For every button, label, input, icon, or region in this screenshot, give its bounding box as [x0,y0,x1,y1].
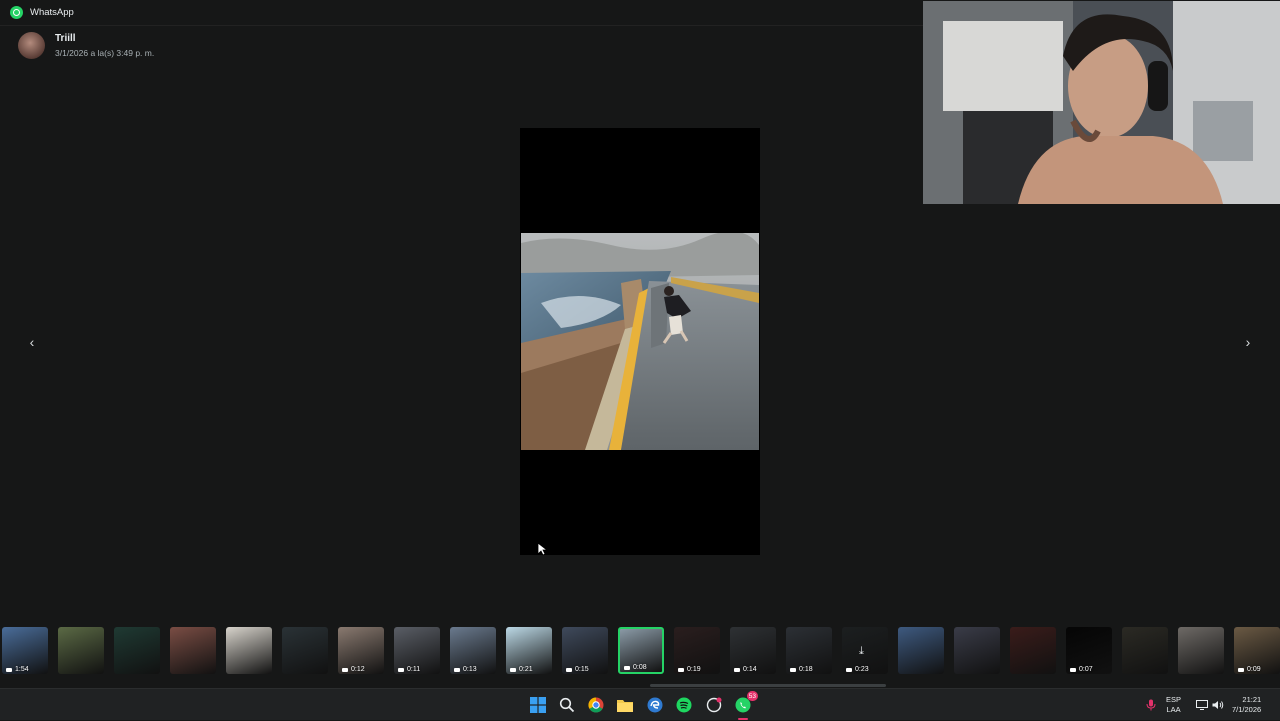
duration-label: 0:12 [351,666,365,673]
media-thumbnail[interactable] [1178,627,1224,674]
video-duration: 0:11 [398,666,420,673]
media-thumbnail[interactable]: 0:18 [786,627,832,674]
chevron-left-icon: ‹ [29,334,35,350]
spotify-icon[interactable] [674,695,694,715]
whatsapp-unread-badge: 53 [746,691,758,701]
sender-info: Triill 3/1/2026 a la(s) 3:49 p. m. [18,32,154,59]
download-icon[interactable]: ⤓ [859,645,864,658]
media-thumbnail[interactable] [1010,627,1056,674]
duration-label: 0:11 [407,666,421,673]
video-camera-icon [566,667,572,672]
volume-icon[interactable] [1212,689,1224,721]
media-thumbnail[interactable]: 0:19 [674,627,720,674]
video-duration: 0:18 [790,666,813,673]
media-thumbnail[interactable]: 0:13 [450,627,496,674]
whatsapp-icon[interactable]: 53 [733,691,758,720]
media-thumbnail[interactable]: 0:21 [506,627,552,674]
webcam-overlay [923,1,1280,204]
media-thumbnail[interactable]: 0:14 [730,627,776,674]
media-thumbnail[interactable]: 0:11 [394,627,440,674]
sender-name: Triill [55,33,76,44]
thumbnail-scrollbar[interactable] [650,684,886,687]
taskbar: 53 ESP LAA 21:21 7/1/2026 [0,688,1280,720]
app-title: WhatsApp [30,7,74,18]
video-camera-icon [624,665,630,670]
clock[interactable]: 21:21 7/1/2026 [1232,689,1261,721]
video-duration: 0:12 [342,666,365,673]
media-thumbnail[interactable] [170,627,216,674]
media-thumbnail[interactable] [114,627,160,674]
video-frame [521,233,759,450]
media-thumbnail[interactable] [1122,627,1168,674]
duration-label: 0:13 [463,666,477,673]
language-code: ESP [1166,695,1182,704]
network-icon[interactable] [1196,689,1208,721]
video-camera-icon [1238,667,1244,672]
video-duration: 0:08 [624,664,647,671]
file-explorer-icon[interactable] [615,695,635,715]
video-duration: 0:21 [510,666,533,673]
media-thumbnail[interactable] [58,627,104,674]
chrome-icon[interactable] [586,695,606,715]
video-camera-icon [510,667,516,672]
clock-date: 7/1/2026 [1232,705,1262,714]
video-duration: 0:14 [734,666,757,673]
chevron-right-icon: › [1245,334,1251,350]
duration-label: 1:54 [15,666,29,673]
video-duration: 0:23 [846,666,869,673]
video-duration: 0:09 [1238,666,1261,673]
app-icon[interactable] [704,695,724,715]
video-camera-icon [342,667,348,672]
duration-label: 0:18 [799,666,813,673]
media-thumbnail[interactable]: ⤓ 0:23 [842,627,888,674]
media-thumbnail[interactable]: 0:15 [562,627,608,674]
windows-start-icon[interactable] [528,695,548,715]
video-camera-icon [6,667,12,672]
media-thumbnail[interactable] [954,627,1000,674]
mouse-cursor-icon [537,542,547,556]
media-thumbnail[interactable]: 0:08 [618,627,664,674]
video-camera-icon [734,667,740,672]
video-duration: 0:15 [566,666,589,673]
media-thumbnail[interactable]: 0:09 [1234,627,1280,674]
duration-label: 0:23 [855,666,869,673]
clock-time: 21:21 [1242,695,1262,704]
media-thumbnail[interactable]: 1:54 [2,627,48,674]
video-duration: 0:19 [678,666,701,673]
keyboard-layout: LAA [1166,705,1181,714]
edge-icon[interactable] [645,695,665,715]
next-media-button[interactable]: › [1238,332,1258,352]
language-indicator[interactable]: ESP LAA [1166,689,1181,721]
duration-label: 0:21 [519,666,533,673]
media-thumbnail[interactable] [898,627,944,674]
video-duration: 0:07 [1070,666,1093,673]
duration-label: 0:14 [743,666,757,673]
video-duration: 1:54 [6,666,29,673]
video-duration: 0:13 [454,666,477,673]
duration-label: 0:15 [575,666,589,673]
media-thumbnail-strip[interactable]: 1:54 0:12 0:11 0:13 0:21 0:15 0:08 0:19 0:14 0:18… [0,627,1280,679]
previous-media-button[interactable]: ‹ [22,332,42,352]
search-icon[interactable] [557,695,577,715]
duration-label: 0:19 [687,666,701,673]
video-camera-icon [454,667,460,672]
microphone-icon[interactable] [1146,689,1156,721]
video-camera-icon [398,667,404,672]
media-thumbnail[interactable]: 0:12 [338,627,384,674]
video-camera-icon [846,667,852,672]
duration-label: 0:08 [633,664,647,671]
duration-label: 0:09 [1247,666,1261,673]
whatsapp-logo-icon [10,6,23,19]
video-camera-icon [1070,667,1076,672]
duration-label: 0:07 [1079,666,1093,673]
video-camera-icon [678,667,684,672]
media-thumbnail[interactable]: 0:07 [1066,627,1112,674]
video-camera-icon [790,667,796,672]
video-player[interactable] [520,128,760,555]
message-timestamp: 3/1/2026 a la(s) 3:49 p. m. [55,48,155,58]
avatar[interactable] [18,32,45,59]
media-thumbnail[interactable] [282,627,328,674]
media-thumbnail[interactable] [226,627,272,674]
